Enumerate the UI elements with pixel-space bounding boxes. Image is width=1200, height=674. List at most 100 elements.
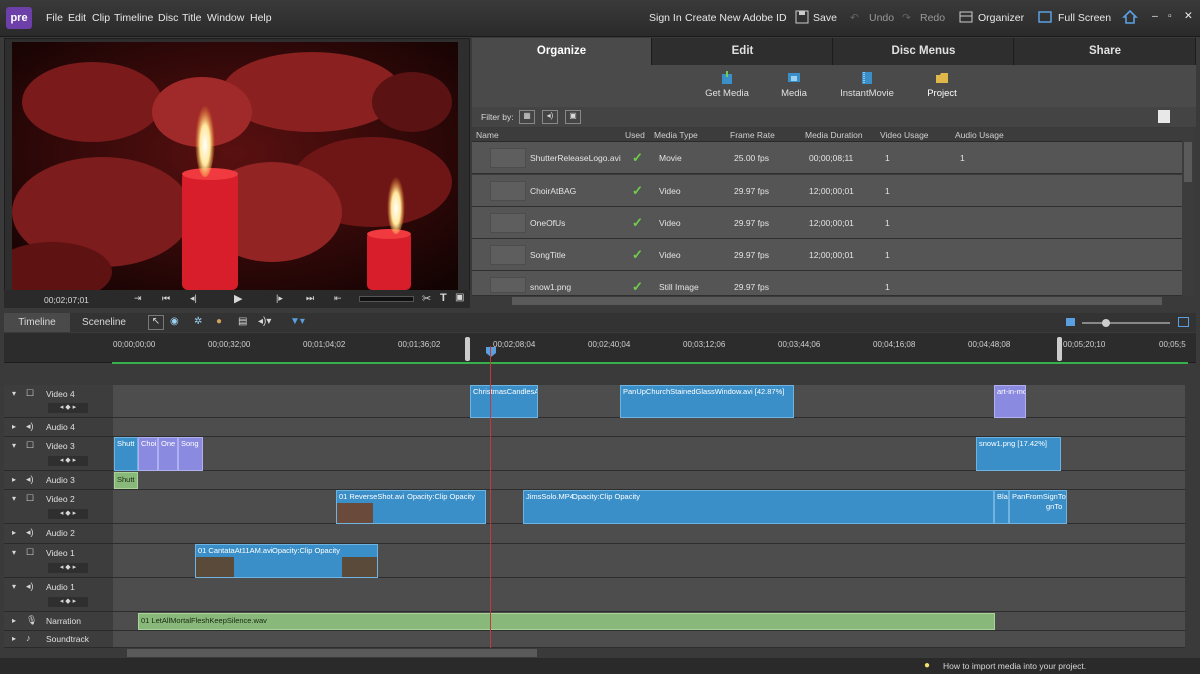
tab-disc-menus[interactable]: Disc Menus (834, 38, 1014, 65)
audio-mix-icon[interactable]: ◂)▾ (258, 316, 271, 327)
table-row[interactable]: snow1.png ✓ Still Image 29.97 fps 1 (472, 271, 1182, 296)
clip[interactable]: Song (178, 437, 203, 471)
set-out-icon[interactable]: ⇤ (334, 293, 342, 304)
create-adobe-id-link[interactable]: Create New Adobe ID (685, 12, 787, 24)
smart-fix-icon[interactable]: ◉ (170, 316, 179, 327)
expand-icon[interactable]: ▸ (12, 616, 16, 625)
organizer-icon[interactable] (959, 10, 973, 24)
minimize-icon[interactable]: – (1152, 10, 1158, 22)
col-media-duration[interactable]: Media Duration (805, 130, 863, 140)
marker-dropdown-icon[interactable]: ▼▾ (290, 316, 305, 327)
smart-mix-icon[interactable]: ● (216, 316, 222, 327)
table-row[interactable]: ShutterReleaseLogo.avi ✓ Movie 25.00 fps… (472, 142, 1182, 174)
save-icon[interactable] (795, 10, 809, 24)
new-item-icon[interactable] (1158, 110, 1170, 123)
keyframe-nav-controls[interactable]: ◂ ◆ ▸ (48, 563, 88, 573)
track-lane-audio3[interactable]: Shutt (113, 471, 1185, 490)
home-icon[interactable] (1122, 9, 1138, 25)
keyframe-nav-controls[interactable]: ◂ ◆ ▸ (48, 597, 88, 607)
clip[interactable]: Bla (994, 490, 1009, 524)
zoom-out-icon[interactable] (1066, 318, 1075, 326)
title-text-icon[interactable]: T (440, 292, 447, 304)
track-lane-audio4[interactable] (113, 418, 1185, 437)
track-lane-audio1[interactable] (113, 578, 1185, 612)
col-used[interactable]: Used (625, 130, 645, 140)
clip[interactable]: 01 ReverseShot.avi Opacity:Clip Opacity (336, 490, 486, 524)
step-forward-icon[interactable]: |▸ (276, 293, 283, 304)
filter-image-icon[interactable]: ▣ (565, 110, 581, 124)
col-name[interactable]: Name (476, 130, 499, 140)
expand-icon[interactable]: ▾ (12, 389, 16, 398)
current-time-indicator[interactable] (486, 347, 496, 357)
track-lane-video4[interactable]: ChristmasCandlesA PanUpChurchStainedGlas… (113, 385, 1185, 418)
clip[interactable]: ChristmasCandlesA (470, 385, 538, 418)
menu-disc[interactable]: Disc (158, 12, 178, 24)
maximize-icon[interactable]: ▫ (1168, 10, 1172, 22)
filter-video-icon[interactable]: ▦ (519, 110, 535, 124)
expand-icon[interactable]: ▸ (12, 634, 16, 643)
expand-icon[interactable]: ▸ (12, 528, 16, 537)
track-lane-soundtrack[interactable] (113, 631, 1185, 648)
table-row[interactable]: ChoirAtBAG ✓ Video 29.97 fps 12;00;00;01… (472, 175, 1182, 207)
save-button[interactable]: Save (813, 12, 837, 24)
media-horizontal-scrollbar[interactable] (472, 296, 1194, 306)
subtab-project[interactable]: Project (920, 65, 964, 99)
freeze-frame-icon[interactable]: ▣ (455, 292, 464, 303)
work-area-end-handle[interactable] (1057, 337, 1062, 361)
zoom-slider[interactable] (1082, 319, 1170, 327)
play-icon[interactable]: ▶ (234, 292, 242, 305)
expand-icon[interactable]: ▸ (12, 422, 16, 431)
expand-icon[interactable]: ▾ (12, 441, 16, 450)
tab-edit[interactable]: Edit (653, 38, 833, 65)
col-media-type[interactable]: Media Type (654, 130, 698, 140)
tab-sceneline[interactable]: Sceneline (76, 313, 132, 332)
step-back-icon[interactable]: ◂| (190, 293, 197, 304)
clip[interactable]: art-in-motion_cr (994, 385, 1026, 418)
keyframe-nav-controls[interactable]: ◂ ◆ ▸ (48, 456, 88, 466)
rewind-icon[interactable]: ⏮ (162, 293, 170, 304)
full-screen-icon[interactable] (1038, 10, 1052, 24)
menu-file[interactable]: File (46, 12, 63, 24)
effects-icon[interactable]: ✲ (194, 316, 202, 327)
split-clip-icon[interactable]: ✂ (422, 292, 431, 305)
subtab-media[interactable]: Media (772, 65, 816, 99)
clip[interactable]: One (158, 437, 178, 471)
clip[interactable]: JimsSolo.MP4 Opacity:Clip Opacity (523, 490, 994, 524)
tab-timeline[interactable]: Timeline (4, 313, 70, 332)
menu-timeline[interactable]: Timeline (114, 12, 153, 24)
clip[interactable]: PanUpChurchStainedGlassWindow.avi [42.87… (620, 385, 794, 418)
track-lane-audio2[interactable] (113, 524, 1185, 544)
subtab-get-media[interactable]: Get Media (698, 65, 756, 99)
full-screen-button[interactable]: Full Screen (1058, 12, 1111, 24)
col-audio-usage[interactable]: Audio Usage (955, 130, 1004, 140)
time-ruler[interactable]: 00;00;00;00 00;00;32;00 00;01;04;02 00;0… (4, 333, 1196, 363)
track-lane-video1[interactable]: 01 CantataAt11AM.avi Opacity:Clip Opacit… (113, 544, 1185, 578)
keyframe-nav-controls[interactable]: ◂ ◆ ▸ (48, 403, 88, 413)
audio-clip[interactable]: 01 LetAllMortalFleshKeepSilence.wav (138, 613, 995, 630)
fast-forward-icon[interactable]: ⏭ (306, 293, 314, 304)
undo-icon[interactable]: ↶ (850, 12, 859, 24)
expand-icon[interactable]: ▸ (12, 475, 16, 484)
clip[interactable]: 01 CantataAt11AM.avi Opacity:Clip Opacit… (195, 544, 378, 578)
shuttle-slider[interactable] (359, 296, 414, 302)
col-video-usage[interactable]: Video Usage (880, 130, 929, 140)
clip[interactable]: Shutt (114, 437, 138, 471)
clip[interactable]: snow1.png [17.42%] (976, 437, 1061, 471)
tab-organize[interactable]: Organize (472, 38, 652, 65)
filter-audio-icon[interactable]: ◂) (542, 110, 558, 124)
media-vertical-scrollbar[interactable] (1182, 128, 1194, 296)
timeline-horizontal-scrollbar[interactable] (113, 648, 1196, 658)
audio-clip[interactable]: Shutt (114, 472, 138, 489)
keyframe-nav-controls[interactable]: ◂ ◆ ▸ (48, 509, 88, 519)
menu-edit[interactable]: Edit (68, 12, 86, 24)
track-lane-video3[interactable]: Shutt Choi One Song snow1.png [17.42%] (113, 437, 1185, 471)
close-icon[interactable]: ✕ (1184, 10, 1193, 22)
selection-tool-icon[interactable]: ↖ (148, 315, 164, 330)
sign-in-link[interactable]: Sign In (649, 12, 682, 24)
tab-share[interactable]: Share (1015, 38, 1196, 65)
clip[interactable]: Choi (138, 437, 158, 471)
menu-title[interactable]: Title (182, 12, 201, 24)
menu-clip[interactable]: Clip (92, 12, 110, 24)
help-tip-link[interactable]: How to import media into your project. (943, 661, 1086, 671)
zoom-in-icon[interactable] (1178, 317, 1189, 327)
